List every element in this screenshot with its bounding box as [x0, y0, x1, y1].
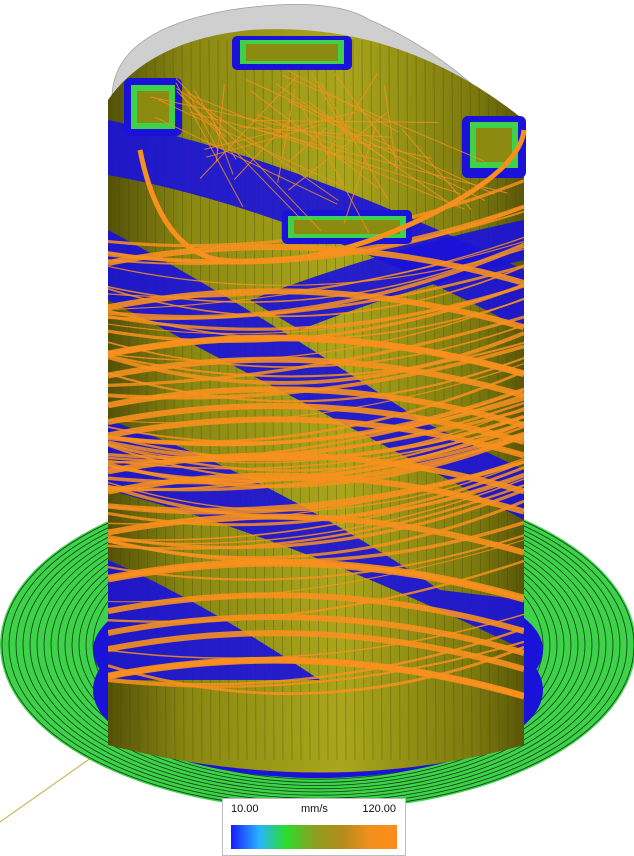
legend-max-label: 120.00 [362, 803, 396, 815]
legend-gradient-bar [231, 825, 397, 849]
top-tab [232, 36, 352, 70]
legend-min-label: 10.00 [231, 803, 259, 815]
toolpath-scene [0, 4, 634, 823]
speed-legend: 10.00 mm/s 120.00 [222, 798, 406, 856]
toolpath-viewport[interactable]: 10.00 mm/s 120.00 [0, 0, 634, 856]
legend-unit-label: mm/s [301, 803, 328, 815]
